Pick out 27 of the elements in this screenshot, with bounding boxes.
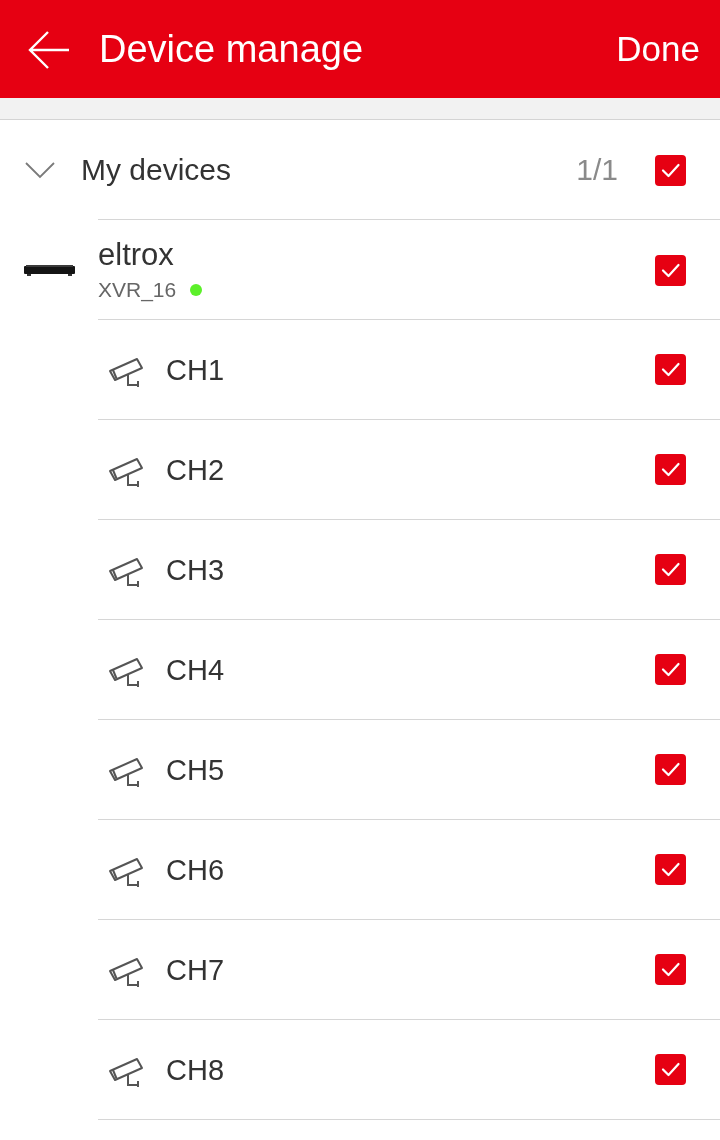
device-name: eltrox — [98, 237, 174, 273]
group-name: My devices — [81, 152, 232, 188]
checkbox[interactable] — [655, 154, 686, 186]
channel-name: CH8 — [166, 1052, 224, 1088]
channel-name: CH5 — [166, 752, 224, 788]
checkbox[interactable] — [655, 754, 686, 785]
channel-name: CH4 — [166, 652, 224, 688]
channel-name: CH7 — [166, 952, 224, 988]
chevron-down-icon[interactable] — [25, 161, 55, 179]
page-title: Device manage — [99, 27, 364, 72]
checkbox[interactable] — [655, 954, 686, 985]
done-button[interactable]: Done — [616, 27, 700, 71]
checkbox[interactable] — [655, 254, 686, 286]
channel-name: CH6 — [166, 852, 224, 888]
device-count: 1/1 — [576, 152, 618, 188]
checkbox[interactable] — [655, 554, 686, 585]
checkbox[interactable] — [655, 454, 686, 485]
device-model: XVR_16 — [98, 277, 177, 303]
checkbox[interactable] — [655, 854, 686, 885]
back-icon[interactable] — [28, 30, 70, 70]
checkbox[interactable] — [655, 1054, 686, 1085]
checkbox[interactable] — [655, 654, 686, 685]
channel-name: CH2 — [166, 452, 224, 488]
checkbox[interactable] — [655, 354, 686, 385]
channel-name: CH3 — [166, 552, 224, 588]
channel-name: CH1 — [166, 352, 224, 388]
recorder-icon — [24, 264, 75, 276]
